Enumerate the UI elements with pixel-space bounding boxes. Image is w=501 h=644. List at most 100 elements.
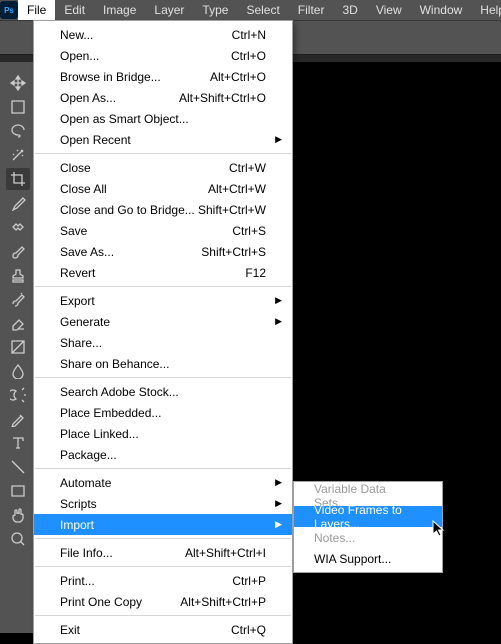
- menu-item-label: Place Linked...: [60, 427, 139, 441]
- menubar-item-select[interactable]: Select: [237, 0, 288, 20]
- menu-item-label: Share on Behance...: [60, 357, 169, 371]
- menu-item-label: Open as Smart Object...: [60, 112, 189, 126]
- menubar-item-edit[interactable]: Edit: [55, 0, 94, 20]
- menu-item-label: Scripts: [60, 497, 97, 511]
- zoom-tool[interactable]: [6, 528, 30, 550]
- menu-item-label: Save: [60, 224, 87, 238]
- menu-item-import[interactable]: Import▶: [34, 514, 292, 535]
- menu-item-close-and-go-to-bridge[interactable]: Close and Go to Bridge...Shift+Ctrl+W: [34, 199, 292, 220]
- menu-item-label: Revert: [60, 266, 95, 280]
- menu-item-label: Exit: [60, 623, 80, 637]
- submenu-item-notes: Notes...: [294, 527, 442, 548]
- menu-item-export[interactable]: Export▶: [34, 290, 292, 311]
- menu-item-label: Open As...: [60, 91, 116, 105]
- menu-item-save[interactable]: Save Ctrl+S: [34, 220, 292, 241]
- menu-item-label: New...: [60, 28, 93, 42]
- magicwand-tool[interactable]: [6, 144, 30, 166]
- menu-item-search-adobe-stock[interactable]: Search Adobe Stock...: [34, 381, 292, 402]
- menu-item-open[interactable]: Open... Ctrl+O: [34, 45, 292, 66]
- menu-item-label: Open...: [60, 49, 99, 63]
- type-tool[interactable]: [6, 432, 30, 454]
- submenu-arrow-icon: ▶: [275, 134, 282, 145]
- eraser-tool[interactable]: [6, 312, 30, 334]
- submenu-item-video-frames-to-layers[interactable]: Video Frames to Layers...: [294, 506, 442, 527]
- menu-item-label: Place Embedded...: [60, 406, 161, 420]
- menu-item-shortcut: Ctrl+S: [232, 224, 266, 238]
- gradient-tool[interactable]: [6, 336, 30, 358]
- menu-item-place-embedded[interactable]: Place Embedded...: [34, 402, 292, 423]
- menu-item-open-recent[interactable]: Open Recent ▶: [34, 129, 292, 150]
- pen-tool[interactable]: [6, 408, 30, 430]
- menu-separator: [35, 566, 291, 567]
- submenu-arrow-icon: ▶: [275, 519, 282, 530]
- file-menu: New...Ctrl+N Open... Ctrl+O Browse in Bridg…: [33, 20, 293, 644]
- menu-item-close-all[interactable]: Close AllAlt+Ctrl+W: [34, 178, 292, 199]
- menu-item-label: Print...: [60, 574, 95, 588]
- menu-item-label: Automate: [60, 476, 111, 490]
- menu-item-label: Close and Go to Bridge...: [60, 203, 195, 217]
- menubar-item-window[interactable]: Window: [411, 0, 472, 20]
- menu-item-label: Package...: [60, 448, 117, 462]
- submenu-item-wia-support[interactable]: WIA Support...: [294, 548, 442, 569]
- menubar-item-file[interactable]: File: [18, 0, 55, 20]
- menubar-item-layer[interactable]: Layer: [145, 0, 193, 20]
- menu-item-save-as[interactable]: Save As...Shift+Ctrl+S: [34, 241, 292, 262]
- menu-item-revert[interactable]: RevertF12: [34, 262, 292, 283]
- menu-item-label: Search Adobe Stock...: [60, 385, 179, 399]
- menu-item-file-info[interactable]: File Info...Alt+Shift+Ctrl+I: [34, 542, 292, 563]
- brush-tool[interactable]: [6, 240, 30, 262]
- menu-item-print[interactable]: Print... Ctrl+P: [34, 570, 292, 591]
- rect-tool[interactable]: [6, 480, 30, 502]
- menu-item-print-one-copy[interactable]: Print One CopyAlt+Shift+Ctrl+P: [34, 591, 292, 612]
- menu-item-exit[interactable]: Exit Ctrl+Q: [34, 619, 292, 640]
- eyedropper-tool[interactable]: [6, 192, 30, 214]
- menu-item-label: Save As...: [60, 245, 114, 259]
- menu-item-label: Close: [60, 161, 91, 175]
- import-submenu: Variable Data Sets...Video Frames to Lay…: [293, 481, 443, 573]
- menu-item-label: Open Recent: [60, 133, 131, 147]
- marquee-tool[interactable]: [6, 96, 30, 118]
- menu-item-close[interactable]: Close Ctrl+W: [34, 157, 292, 178]
- menu-item-browse-in-bridge[interactable]: Browse in Bridge...Alt+Ctrl+O: [34, 66, 292, 87]
- menu-item-generate[interactable]: Generate▶: [34, 311, 292, 332]
- menu-item-shortcut: Ctrl+W: [229, 161, 266, 175]
- menu-item-open-as-smart-object[interactable]: Open as Smart Object...: [34, 108, 292, 129]
- menubar-item-type[interactable]: Type: [193, 0, 237, 20]
- menu-item-shortcut: Alt+Shift+Ctrl+O: [179, 91, 266, 105]
- mouse-cursor-icon: [432, 520, 446, 538]
- menubar: Ps FileEditImageLayerTypeSelectFilter3DV…: [0, 0, 501, 20]
- blur-tool[interactable]: [6, 360, 30, 382]
- dodge-tool[interactable]: [6, 384, 30, 406]
- menu-separator: [35, 468, 291, 469]
- menu-item-place-linked[interactable]: Place Linked...: [34, 423, 292, 444]
- menu-item-shortcut: Alt+Ctrl+W: [208, 182, 266, 196]
- submenu-arrow-icon: ▶: [275, 498, 282, 509]
- menu-item-shortcut: Ctrl+Q: [231, 623, 266, 637]
- heal-tool[interactable]: [6, 216, 30, 238]
- menu-item-label: Generate: [60, 315, 110, 329]
- menu-item-share-on-behance[interactable]: Share on Behance...: [34, 353, 292, 374]
- path-tool[interactable]: [6, 456, 30, 478]
- move-tool[interactable]: [6, 72, 30, 94]
- menubar-item-help[interactable]: Help: [471, 0, 501, 20]
- menu-item-new[interactable]: New...Ctrl+N: [34, 24, 292, 45]
- hand-tool[interactable]: [6, 504, 30, 526]
- menu-item-package[interactable]: Package...: [34, 444, 292, 465]
- menubar-item-image[interactable]: Image: [94, 0, 145, 20]
- history-tool[interactable]: [6, 288, 30, 310]
- menubar-item-3d[interactable]: 3D: [333, 0, 366, 20]
- menu-item-shortcut: Alt+Shift+Ctrl+I: [185, 546, 266, 560]
- menu-item-shortcut: Ctrl+P: [232, 574, 266, 588]
- menu-separator: [35, 153, 291, 154]
- menu-separator: [35, 286, 291, 287]
- menu-item-shortcut: Ctrl+O: [231, 49, 266, 63]
- crop-tool[interactable]: [6, 168, 30, 190]
- menu-item-scripts[interactable]: Scripts ▶: [34, 493, 292, 514]
- menubar-item-filter[interactable]: Filter: [289, 0, 334, 20]
- menu-item-automate[interactable]: Automate▶: [34, 472, 292, 493]
- lasso-tool[interactable]: [6, 120, 30, 142]
- menu-item-share[interactable]: Share...: [34, 332, 292, 353]
- menubar-item-view[interactable]: View: [367, 0, 411, 20]
- menu-item-open-as[interactable]: Open As... Alt+Shift+Ctrl+O: [34, 87, 292, 108]
- stamp-tool[interactable]: [6, 264, 30, 286]
